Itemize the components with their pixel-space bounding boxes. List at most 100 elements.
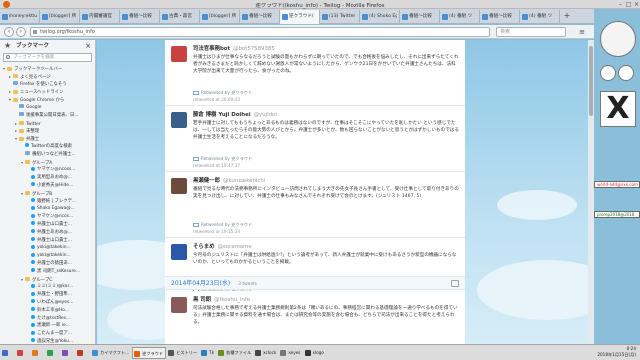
- taskbar-clock[interactable]: 0:24 2018年1月15日(月): [597, 346, 636, 358]
- taskbar-item[interactable]: [76, 347, 90, 359]
- bookmark-item[interactable]: ▾ ブックマークツールバー: [0, 65, 95, 73]
- browser-tab[interactable]: (4) Shoko Eg: [360, 10, 400, 24]
- bookmark-item[interactable]: ミミ(ミミ)@kor...: [0, 283, 95, 291]
- browser-tab[interactable]: (13) Twitter: [320, 10, 360, 24]
- browser-tab[interactable]: 番組〜比較: [480, 10, 520, 24]
- desktop-gadget-1[interactable]: world-add@xxx.com: [594, 181, 640, 188]
- retweeted-by[interactable]: Retweeted by 逆クラウド: [201, 90, 252, 95]
- retweeted-by[interactable]: Retweeted by 逆クラウド: [201, 156, 252, 161]
- browser-tab[interactable]: (4) 番組 ツ: [440, 10, 480, 24]
- bookmark-item[interactable]: ▸ 未整理: [0, 127, 95, 135]
- taskbar-item[interactable]: カイマクフト...: [91, 347, 131, 359]
- browser-tab[interactable]: ihoney:ektluso: [0, 10, 40, 24]
- close-window-button[interactable]: ×: [633, 1, 640, 8]
- author-handle[interactable]: @soramame: [218, 244, 252, 250]
- bookmark-item[interactable]: yoki@takekin...: [0, 244, 95, 252]
- bookmark-item[interactable]: 後援事業公開日発表、日...: [0, 112, 95, 120]
- avatar[interactable]: [171, 112, 187, 128]
- taskbar-item[interactable]: xclock: [254, 347, 278, 359]
- avatar[interactable]: [171, 297, 187, 313]
- author-name[interactable]: 司法官事務bot: [193, 46, 230, 52]
- author-handle[interactable]: @kurosekenichi: [223, 178, 265, 184]
- author-handle[interactable]: @bot57589385: [233, 46, 275, 52]
- new-tab-button[interactable]: +: [560, 9, 574, 23]
- share-icon[interactable]: [451, 280, 459, 287]
- avatar[interactable]: [171, 46, 187, 62]
- avatar[interactable]: [171, 244, 187, 260]
- browser-tab[interactable]: (4) 番組 ツ: [520, 10, 560, 24]
- bookmark-item[interactable]: ▸ よく見るページ: [0, 73, 95, 81]
- taskbar-item[interactable]: 各種ファイル: [217, 347, 253, 359]
- taskbar-item[interactable]: [46, 347, 60, 359]
- taskbar-item[interactable]: xeyes: [279, 347, 302, 359]
- bookmark-item[interactable]: 実用型あおめ@...: [0, 174, 95, 182]
- bookmark-item[interactable]: ▾ Google Chrome から: [0, 96, 95, 104]
- author-name[interactable]: 藤倉 博樹 Yuji Doihei: [193, 112, 251, 118]
- browser-tab[interactable]: 番組〜比較: [400, 10, 440, 24]
- tweet-timestamp[interactable]: retweeted at 20:09:43: [193, 97, 459, 102]
- bookmark-item[interactable]: ▾ グループB: [0, 190, 95, 198]
- bookmark-item[interactable]: 弁護士・野田隼...: [0, 291, 95, 299]
- scrollbar-thumb[interactable]: [589, 46, 593, 116]
- taskbar-item[interactable]: [61, 347, 75, 359]
- browser-tab[interactable]: [blogger] 所: [200, 10, 240, 24]
- bookmark-item[interactable]: ▾ 弁護士: [0, 135, 95, 143]
- bookmark-item[interactable]: 猿野純 | ブレクテ...: [0, 198, 95, 206]
- taskbar-item[interactable]: ヒストリー: [167, 347, 199, 359]
- sidebar-close-icon[interactable]: ×: [85, 40, 91, 52]
- bookmark-item[interactable]: ▾ グループC: [0, 276, 95, 284]
- browser-tab[interactable]: 逆クラウド(: [280, 10, 320, 24]
- bookmark-search-input[interactable]: ブックマークを検索: [3, 53, 92, 62]
- bookmark-item[interactable]: 弁護士山口貴士...: [0, 221, 95, 229]
- xclock-widget[interactable]: [600, 21, 636, 57]
- author-name[interactable]: そらまめ: [193, 244, 215, 250]
- bookmark-item[interactable]: Google: [0, 104, 95, 112]
- xeyes-right-eye-icon[interactable]: [618, 65, 634, 81]
- author-name[interactable]: 黒瀬健一郎: [193, 178, 220, 184]
- bookmark-item[interactable]: いわぽん@eyes...: [0, 299, 95, 307]
- bookmark-item[interactable]: こたんま一度ア...: [0, 330, 95, 338]
- xeyes-left-eye-icon[interactable]: [600, 65, 616, 81]
- bookmark-item[interactable]: 弁護士の猿田あ...: [0, 260, 95, 268]
- xlogo-icon[interactable]: X: [600, 91, 636, 127]
- maximize-button[interactable]: □: [625, 1, 632, 8]
- taskbar-item[interactable]: [16, 347, 30, 359]
- bookmark-item[interactable]: yoki@takekin...: [0, 252, 95, 260]
- browser-tab[interactable]: 古典・森宮: [160, 10, 200, 24]
- forward-button[interactable]: ›: [16, 27, 26, 37]
- minimize-button[interactable]: –: [617, 1, 624, 8]
- taskbar-item[interactable]: [1, 347, 15, 359]
- tweet-author[interactable]: そらまめ @soramame: [193, 242, 459, 250]
- bookmark-item[interactable]: 黒瀬新 一郎 ie...: [0, 322, 95, 330]
- bookmark-item[interactable]: Shoko Egawa@...: [0, 205, 95, 213]
- bookmark-item[interactable]: Firefox を使いこなそう: [0, 81, 95, 89]
- bookmark-item[interactable]: 鈴木工幸@Ho...: [0, 307, 95, 315]
- bookmark-item[interactable]: Twitterの高度な検索: [0, 143, 95, 151]
- bookmark-item[interactable]: ▾ グループA: [0, 159, 95, 167]
- bookmark-item[interactable]: 黒 司朗T_ssKesure...: [0, 268, 95, 276]
- bookmark-item[interactable]: 小倉秀夫@Hide...: [0, 182, 95, 190]
- tweet-author[interactable]: 黒 司朗 @fkoshu_info: [193, 295, 459, 303]
- back-button[interactable]: ‹: [4, 27, 14, 37]
- bookmark-item[interactable]: ヤマケン@ncos...: [0, 213, 95, 221]
- tweet-author[interactable]: 黒瀬健一郎 @kurosekenichi: [193, 176, 459, 184]
- bookmark-item[interactable]: 弁護士山口貴士...: [0, 237, 95, 245]
- author-handle[interactable]: @yujidoi: [254, 112, 277, 118]
- tweet-author[interactable]: 藤倉 博樹 Yuji Doihei @yujidoi: [193, 110, 459, 118]
- avatar[interactable]: [171, 178, 187, 194]
- url-bar[interactable]: twilog.org/fkoshu_info: [30, 27, 490, 37]
- retweeted-by[interactable]: Retweeted by 逆クラウド: [201, 222, 252, 227]
- search-bar[interactable]: 検索: [496, 27, 566, 37]
- taskbar-item[interactable]: Tk: [200, 347, 216, 359]
- bookmark-item[interactable]: ▸ ニュースヘッドライン: [0, 88, 95, 96]
- tweet-timestamp[interactable]: retweeted at 19:15:33: [193, 229, 459, 234]
- bookmark-item[interactable]: ▸ Twitter: [0, 120, 95, 128]
- bookmark-item[interactable]: ヤマケン@ncoss...: [0, 166, 95, 174]
- taskbar-item[interactable]: xlogo: [304, 347, 326, 359]
- bookmark-item[interactable]: 番組いつなど弁護士...: [0, 151, 95, 159]
- desktop-gadget-2[interactable]: prorep2018@2018: [594, 211, 640, 218]
- author-handle[interactable]: @fkoshu_info: [214, 297, 250, 303]
- taskbar-item[interactable]: 逆クラウド: [132, 346, 167, 359]
- browser-tab[interactable]: [blogger] 所: [40, 10, 80, 24]
- bookmark-item[interactable]: 弁護士あおめ@...: [0, 229, 95, 237]
